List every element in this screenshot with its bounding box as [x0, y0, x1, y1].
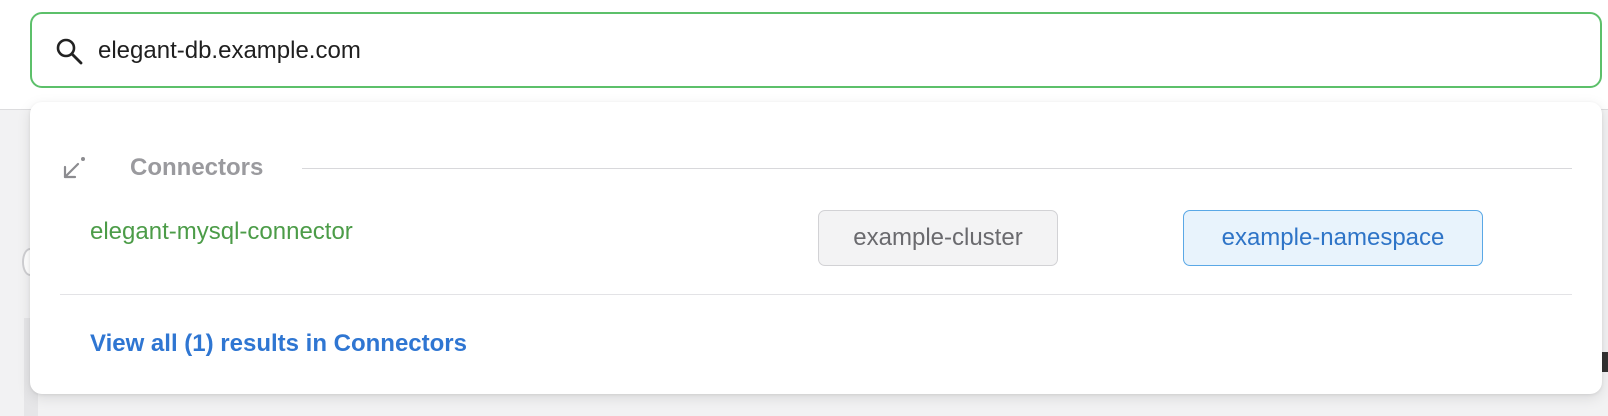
- search-results-dropdown: Connectors elegant-mysql-connector examp…: [30, 102, 1602, 394]
- result-connector-name[interactable]: elegant-mysql-connector: [90, 218, 353, 246]
- namespace-tag: example-namespace: [1183, 210, 1483, 266]
- results-divider: [60, 294, 1572, 295]
- section-header-connectors: Connectors: [60, 152, 1572, 184]
- result-row[interactable]: elegant-mysql-connector example-cluster …: [60, 206, 1572, 296]
- search-input[interactable]: [98, 32, 1578, 70]
- cluster-tag: example-cluster: [818, 210, 1058, 266]
- arrow-down-left-icon: [60, 154, 88, 182]
- search-icon: [54, 36, 84, 66]
- background-scrollbar: [1602, 352, 1608, 372]
- section-divider: [302, 168, 1572, 169]
- global-search-box[interactable]: [30, 12, 1602, 88]
- section-title: Connectors: [130, 154, 264, 181]
- view-all-results-link[interactable]: View all (1) results in Connectors: [90, 330, 467, 358]
